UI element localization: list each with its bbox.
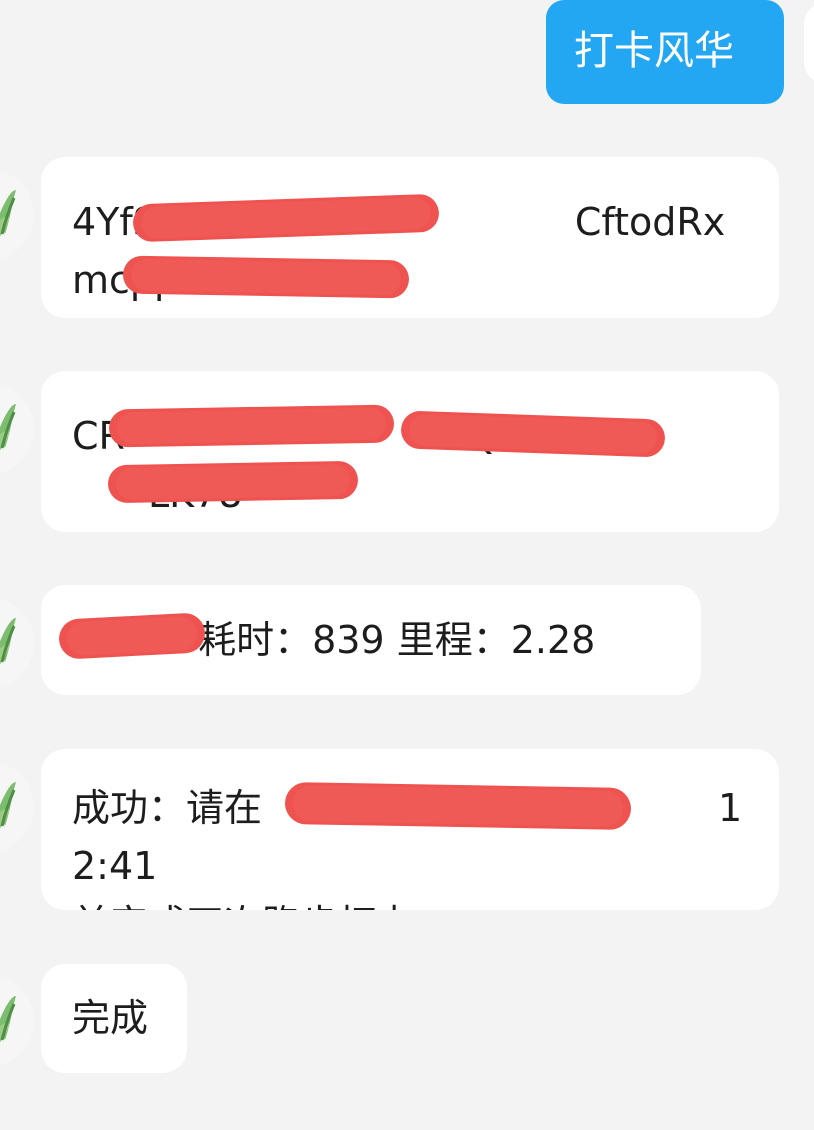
received-message-bubble[interactable]: CR QD LK78 MT	[41, 371, 779, 532]
green-leaf-avatar-icon	[0, 996, 16, 1043]
received-avatar[interactable]	[0, 598, 34, 688]
redaction-mark	[58, 612, 206, 660]
received-message-bubble[interactable]: 耗时：839 里程：2.28	[41, 585, 701, 695]
green-leaf-avatar-icon	[0, 404, 16, 451]
chat-thread: 打卡风华 4YfS CftodRxmcppWdz Vjl 5_f-I CR QD…	[0, 0, 814, 1130]
received-avatar[interactable]	[0, 384, 34, 474]
sent-message-text: 打卡风华	[574, 28, 734, 74]
sender-avatar[interactable]	[804, 2, 814, 84]
received-avatar[interactable]	[0, 170, 34, 260]
green-leaf-avatar-icon	[0, 782, 16, 829]
green-leaf-avatar-icon	[0, 618, 16, 665]
redaction-mark	[122, 255, 410, 299]
received-avatar[interactable]	[0, 762, 34, 852]
green-leaf-avatar-icon	[0, 190, 16, 237]
received-message-bubble[interactable]: 完成	[41, 964, 187, 1073]
redaction-mark	[107, 460, 359, 504]
redaction-mark	[284, 781, 632, 831]
message-text: 完成	[72, 996, 149, 1040]
sent-message-bubble[interactable]: 打卡风华	[546, 0, 784, 104]
received-avatar[interactable]	[0, 976, 34, 1066]
received-message-bubble[interactable]: 4YfS CftodRxmcppWdz Vjl 5_f-I	[41, 157, 779, 318]
received-message-bubble[interactable]: 成功：请在 12:41 前完成四次跑步打卡	[41, 749, 779, 910]
redaction-mark	[108, 404, 395, 448]
